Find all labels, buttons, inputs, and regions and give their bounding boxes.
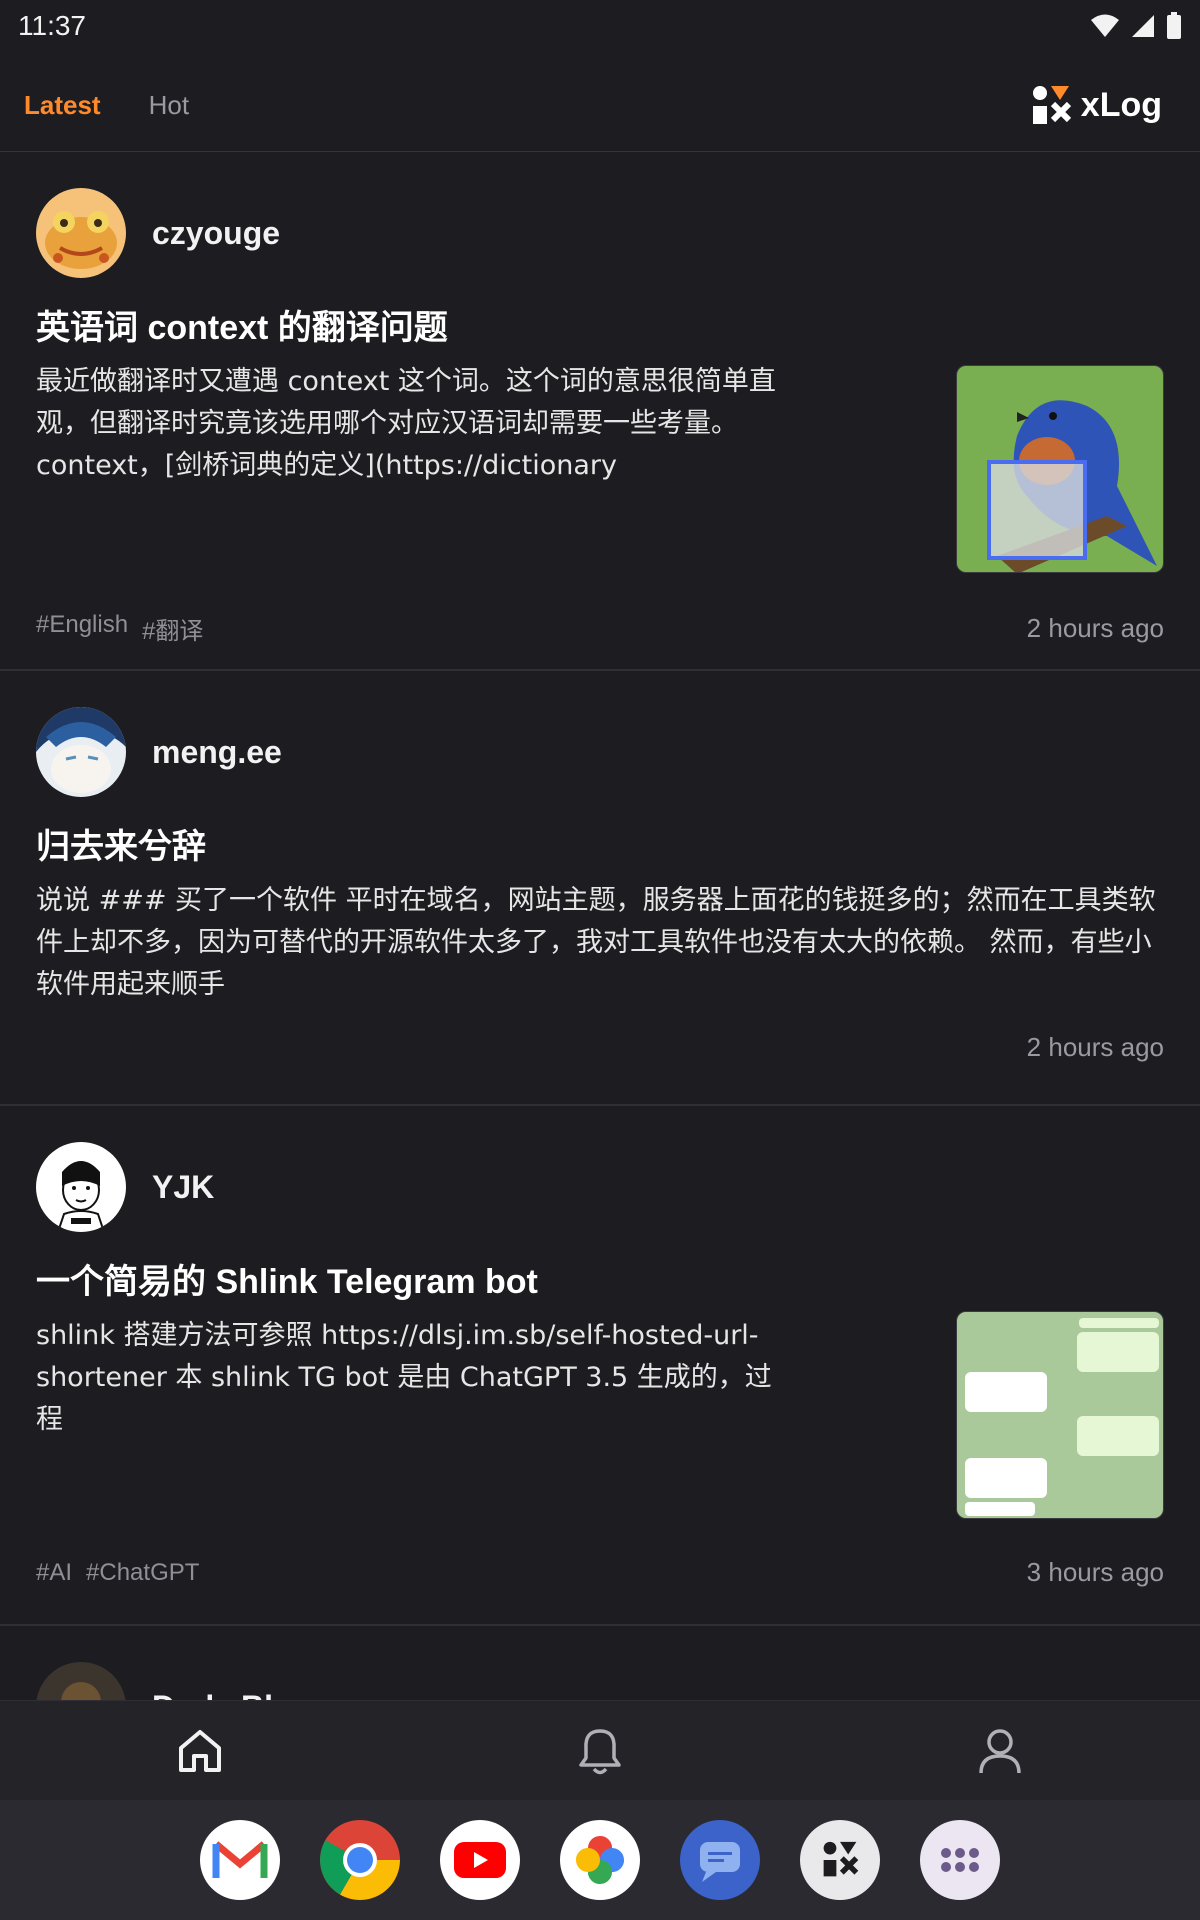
post-feed[interactable]: czyouge 英语词 context 的翻译问题 最近做翻译时又遭遇 cont… bbox=[0, 153, 1200, 1700]
author-avatar[interactable] bbox=[36, 1142, 126, 1232]
chrome-icon bbox=[320, 1840, 400, 1900]
frog-avatar-icon bbox=[36, 188, 126, 278]
author-name[interactable]: DarkeBl bbox=[152, 1689, 273, 1701]
status-bar: 11:37 bbox=[0, 0, 1200, 52]
post-thumbnail[interactable] bbox=[956, 1311, 1164, 1519]
post-time: 2 hours ago bbox=[1026, 1032, 1164, 1062]
post-excerpt: 最近做翻译时又遭遇 context 这个词。这个词的意思很简单直观，但翻译时究竟… bbox=[36, 366, 776, 481]
post-thumbnail[interactable] bbox=[956, 365, 1164, 573]
author-avatar[interactable] bbox=[36, 707, 126, 797]
telegram-chat-screenshot-icon bbox=[957, 1312, 1163, 1518]
post-excerpt: shlink 搭建方法可参照 https://dlsj.im.sb/self-h… bbox=[36, 1320, 772, 1435]
status-time: 11:37 bbox=[18, 10, 86, 41]
app-dock bbox=[0, 1800, 1200, 1920]
status-icons bbox=[1090, 12, 1182, 40]
author-avatar[interactable] bbox=[36, 1662, 126, 1700]
post-time: 3 hours ago bbox=[1026, 1557, 1164, 1587]
photos-app[interactable] bbox=[560, 1820, 640, 1900]
app-drawer[interactable] bbox=[920, 1820, 1000, 1900]
nav-notifications[interactable] bbox=[560, 1711, 640, 1791]
profile-icon bbox=[979, 1728, 1021, 1773]
home-icon bbox=[179, 1729, 221, 1772]
tag[interactable]: #AI bbox=[36, 1559, 72, 1587]
post-card[interactable]: meng.ee 归去来兮辞 说说 ### 买了一个软件 平时在域名，网站主题，服… bbox=[0, 671, 1200, 1106]
post-tags: #AI #ChatGPT bbox=[36, 1559, 199, 1587]
post-time: 2 hours ago bbox=[1026, 613, 1164, 643]
post-tags: #English #翻译 bbox=[36, 611, 203, 646]
post-card[interactable]: YJK 一个简易的 Shlink Telegram bot shlink 搭建方… bbox=[0, 1106, 1200, 1626]
gmail-app[interactable] bbox=[200, 1820, 280, 1900]
brand[interactable]: xLog bbox=[1029, 84, 1162, 128]
author-name[interactable]: czyouge bbox=[152, 215, 280, 252]
author-avatar[interactable] bbox=[36, 188, 126, 278]
youtube-icon bbox=[454, 1842, 506, 1878]
post-title[interactable]: 英语词 context 的翻译问题 bbox=[36, 300, 1164, 349]
photo-avatar-icon bbox=[36, 1662, 126, 1700]
author-name[interactable]: YJK bbox=[152, 1169, 214, 1206]
author-name[interactable]: meng.ee bbox=[152, 734, 282, 771]
nav-home[interactable] bbox=[160, 1711, 240, 1791]
post-card[interactable]: czyouge 英语词 context 的翻译问题 最近做翻译时又遭遇 cont… bbox=[0, 153, 1200, 671]
nav-profile[interactable] bbox=[960, 1711, 1040, 1791]
chrome-app[interactable] bbox=[320, 1820, 400, 1900]
xlog-logo-icon bbox=[1032, 85, 1071, 124]
gmail-icon bbox=[212, 1841, 268, 1878]
post-title[interactable]: 归去来兮辞 bbox=[36, 819, 1164, 868]
post-excerpt: 说说 ### 买了一个软件 平时在域名，网站主题，服务器上面花的钱挺多的；然而在… bbox=[36, 885, 1156, 1000]
tag[interactable]: #ChatGPT bbox=[86, 1559, 199, 1587]
tag[interactable]: #English bbox=[36, 611, 128, 646]
messages-icon bbox=[700, 1842, 740, 1882]
youtube-app[interactable] bbox=[440, 1820, 520, 1900]
post-card[interactable]: DarkeBl bbox=[0, 1626, 1200, 1700]
signal-icon bbox=[1132, 15, 1154, 37]
photos-icon bbox=[576, 1836, 624, 1884]
xlog-app[interactable] bbox=[800, 1820, 880, 1900]
brand-name: xLog bbox=[1080, 86, 1162, 124]
wifi-icon bbox=[1091, 14, 1119, 37]
anime-avatar-icon bbox=[36, 707, 126, 797]
post-title[interactable]: 一个简易的 Shlink Telegram bot bbox=[36, 1254, 1164, 1303]
tab-latest[interactable]: Latest bbox=[24, 90, 101, 121]
bird-photo-icon bbox=[957, 366, 1163, 572]
app-header: Latest Hot xLog bbox=[0, 60, 1200, 152]
xlog-app-icon bbox=[823, 1841, 859, 1877]
messages-app[interactable] bbox=[680, 1820, 760, 1900]
sketch-avatar-icon bbox=[36, 1142, 126, 1232]
tag[interactable]: #翻译 bbox=[142, 611, 203, 646]
battery-icon bbox=[1167, 12, 1181, 39]
tab-hot[interactable]: Hot bbox=[149, 90, 189, 121]
bottom-nav bbox=[0, 1700, 1200, 1800]
bell-icon bbox=[579, 1728, 621, 1774]
app-drawer-icon bbox=[941, 1848, 979, 1872]
